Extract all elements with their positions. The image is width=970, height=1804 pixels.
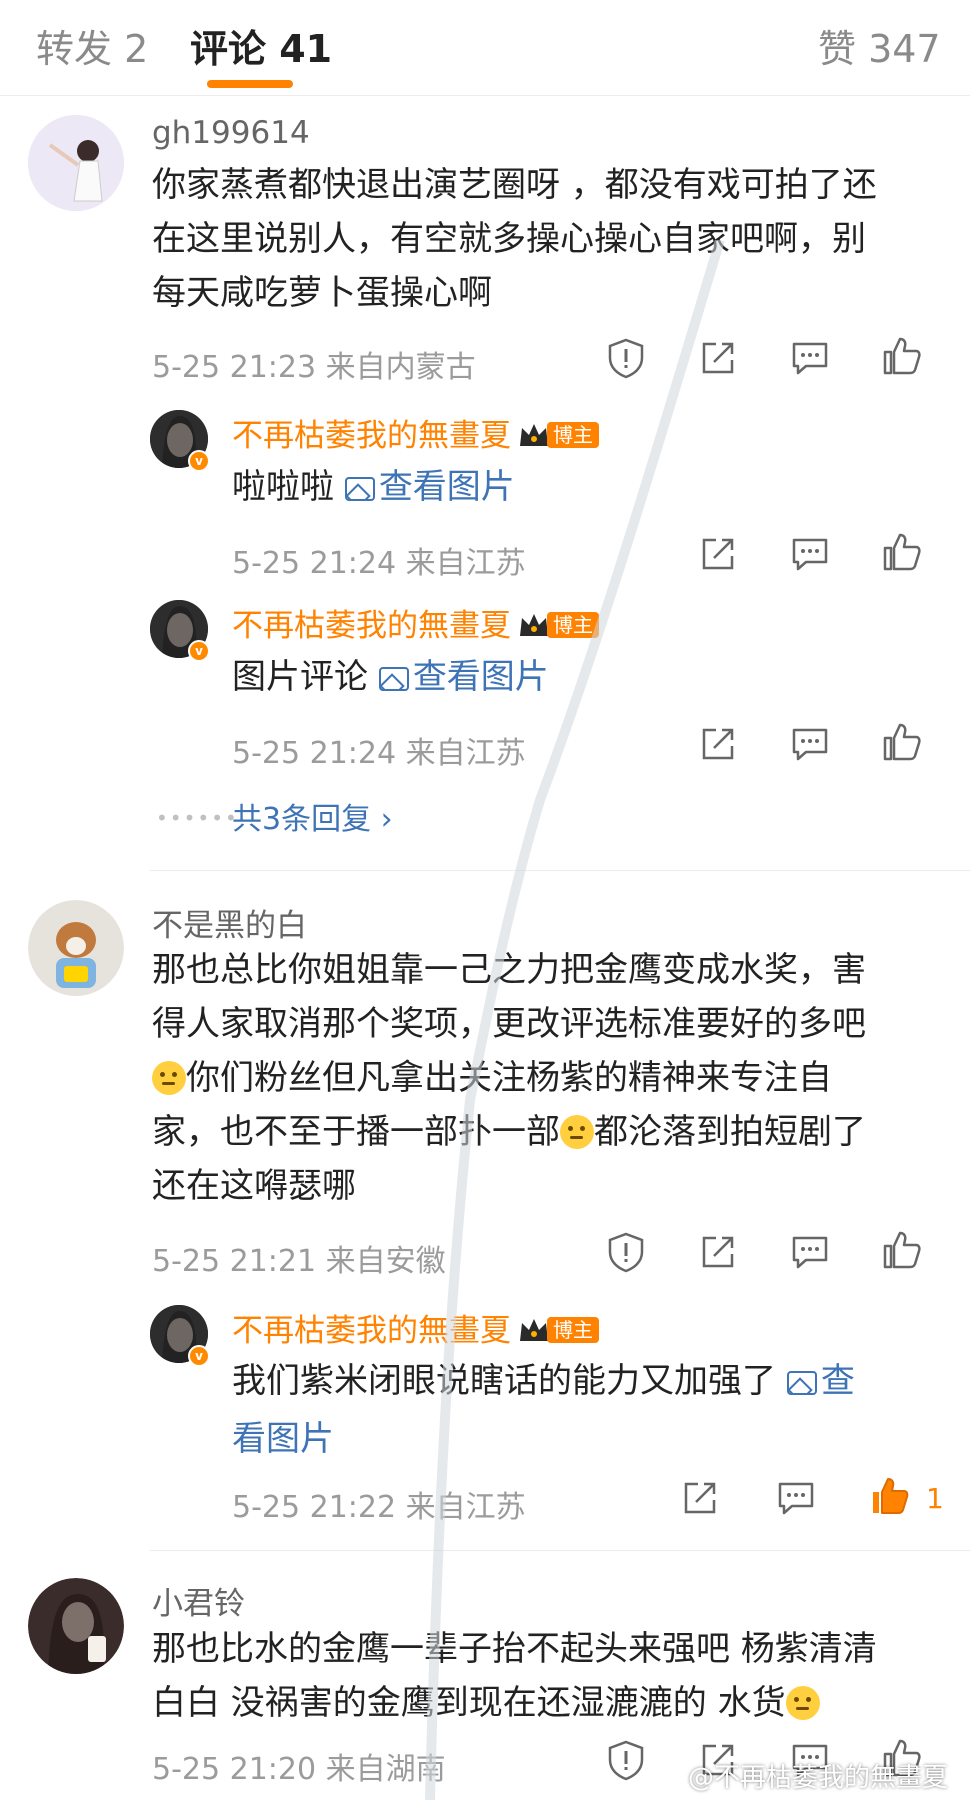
avatar[interactable] bbox=[28, 115, 124, 211]
like-icon[interactable] bbox=[880, 530, 924, 574]
like-icon[interactable] bbox=[880, 334, 924, 378]
comment-text: 那也比水的金鹰一辈子抬不起头来强吧 杨紫清清 白白 没祸害的金鹰到现在还湿漉漉的… bbox=[152, 1629, 877, 1723]
comment-meta: 5-25 21:21 来自安徽 bbox=[152, 1236, 446, 1280]
view-image-link[interactable]: 查看图片 bbox=[378, 657, 549, 697]
verified-badge-icon: v bbox=[188, 450, 210, 472]
active-tab-indicator bbox=[207, 80, 293, 88]
image-icon bbox=[344, 477, 375, 501]
like-count: 1 bbox=[926, 1482, 944, 1515]
comment-meta: 5-25 21:20 来自湖南 bbox=[152, 1744, 446, 1788]
avatar[interactable] bbox=[28, 1578, 124, 1674]
divider bbox=[150, 870, 970, 871]
weibo-watermark: @不再枯萎我的無畫夏 bbox=[687, 1763, 948, 1793]
comment-meta: 5-25 21:23 来自内蒙古 bbox=[152, 342, 476, 386]
liked-icon[interactable] bbox=[868, 1474, 912, 1518]
reply-icon[interactable] bbox=[788, 532, 832, 576]
avatar[interactable] bbox=[28, 900, 124, 996]
image-icon bbox=[378, 667, 409, 691]
comment-username[interactable]: gh199614 bbox=[152, 115, 310, 151]
reply-icon[interactable] bbox=[788, 722, 832, 766]
crown-icon bbox=[520, 614, 548, 636]
comment-location: 来自安徽 bbox=[325, 1244, 446, 1279]
reply-username[interactable]: 不再枯萎我的無畫夏 博主 bbox=[232, 600, 599, 645]
comment-location: 来自湖南 bbox=[325, 1752, 446, 1787]
divider bbox=[150, 1550, 970, 1551]
reply-icon[interactable] bbox=[788, 1230, 832, 1274]
reply-text: 图片评论 查看图片 bbox=[232, 657, 549, 697]
verified-badge-icon: v bbox=[188, 640, 210, 662]
comment-time: 5-25 21:20 bbox=[152, 1752, 317, 1787]
author-badge: 博主 bbox=[547, 612, 599, 638]
verified-badge-icon: v bbox=[188, 1345, 210, 1367]
reply-icon[interactable] bbox=[788, 336, 832, 380]
report-icon[interactable] bbox=[604, 1230, 648, 1274]
reply-text: 啦啦啦 查看图片 bbox=[232, 467, 515, 507]
reply-text: 我们紫米闭眼说瞎话的能力又加强了 查 看图片 bbox=[232, 1352, 932, 1468]
reply-meta: 5-25 21:22 来自江苏 bbox=[232, 1490, 526, 1525]
comment-username[interactable]: 小君铃 bbox=[152, 1578, 245, 1623]
tab-likes[interactable]: 赞 347 bbox=[818, 18, 941, 73]
comment-username[interactable]: 不是黑的白 bbox=[152, 900, 307, 945]
crown-icon bbox=[520, 1319, 548, 1341]
view-image-link[interactable]: 查 bbox=[786, 1361, 855, 1401]
smirk-emoji-icon bbox=[560, 1115, 594, 1149]
comment-location: 来自内蒙古 bbox=[325, 350, 476, 385]
tab-comments[interactable]: 评论 41 bbox=[190, 18, 332, 73]
report-icon[interactable] bbox=[604, 1738, 648, 1782]
comment-tabs: 转发 2 评论 41 赞 347 bbox=[0, 0, 970, 96]
like-icon[interactable] bbox=[880, 1228, 924, 1272]
crown-icon bbox=[520, 424, 548, 446]
report-icon[interactable] bbox=[604, 336, 648, 380]
more-replies-link[interactable]: 共3条回复 › bbox=[232, 794, 393, 838]
view-image-link[interactable]: 查看图片 bbox=[344, 467, 515, 507]
share-icon[interactable] bbox=[678, 1476, 722, 1520]
share-icon[interactable] bbox=[696, 336, 740, 380]
view-image-link-continued[interactable]: 看图片 bbox=[232, 1410, 932, 1468]
comment-time: 5-25 21:23 bbox=[152, 350, 317, 385]
share-icon[interactable] bbox=[696, 1230, 740, 1274]
reply-meta: 5-25 21:24 来自江苏 bbox=[232, 546, 526, 581]
reply-meta: 5-25 21:24 来自江苏 bbox=[232, 736, 526, 771]
comment-text: 你家蒸煮都快退出演艺圈呀 ，都没有戏可拍了还 在这里说别人，有空就多操心操心自家… bbox=[152, 165, 877, 313]
laugh-cry-emoji-icon bbox=[785, 1686, 820, 1720]
author-badge: 博主 bbox=[547, 422, 599, 448]
reply-username[interactable]: 不再枯萎我的無畫夏 博主 bbox=[232, 1305, 599, 1350]
tab-repost[interactable]: 转发 2 bbox=[36, 18, 148, 73]
share-icon[interactable] bbox=[696, 722, 740, 766]
share-icon[interactable] bbox=[696, 532, 740, 576]
comment-text: 那也总比你姐姐靠一己之力把金鹰变成水奖，害 得人家取消那个奖项，更改评选标准要好… bbox=[152, 950, 866, 1206]
author-badge: 博主 bbox=[547, 1317, 599, 1343]
like-icon[interactable] bbox=[880, 720, 924, 764]
thinking-emoji-icon bbox=[152, 1061, 186, 1095]
comment-time: 5-25 21:21 bbox=[152, 1244, 317, 1279]
reply-username[interactable]: 不再枯萎我的無畫夏 博主 bbox=[232, 410, 599, 455]
image-icon bbox=[786, 1371, 817, 1395]
reply-icon[interactable] bbox=[774, 1476, 818, 1520]
dots-divider: •••••• bbox=[156, 806, 239, 830]
